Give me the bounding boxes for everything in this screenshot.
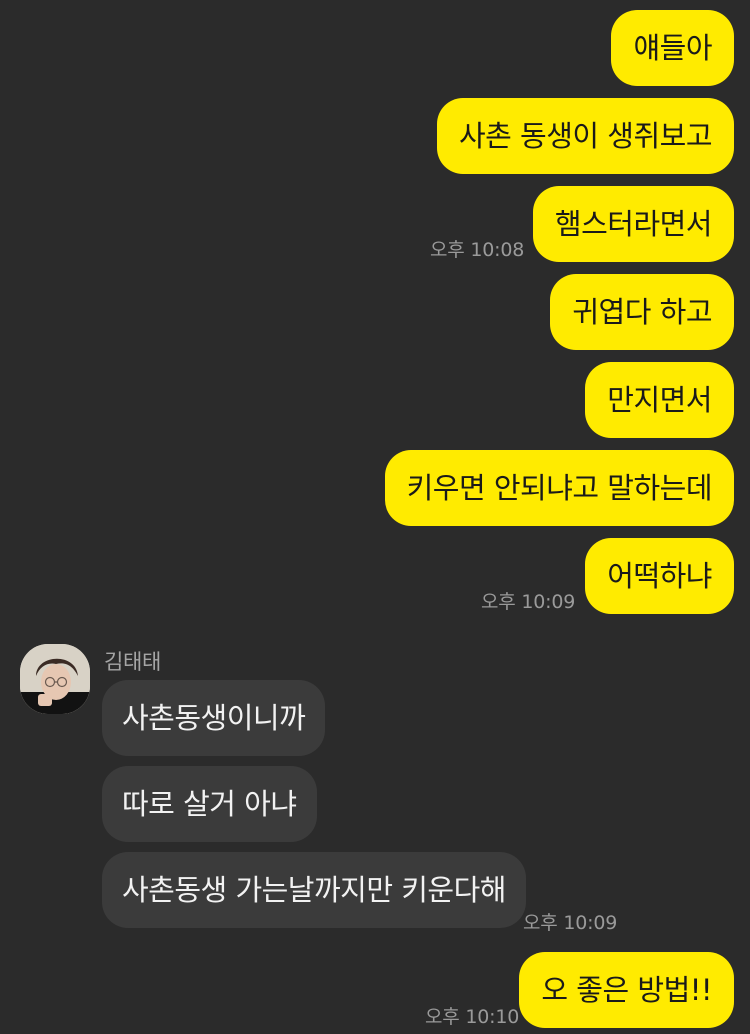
message-timestamp: 오후 10:09 [481,591,576,613]
message-text: 사촌 동생이 생쥐보고 [458,118,713,153]
message-text: 따로 살거 아냐 [122,786,297,821]
message-timestamp: 오후 10:10 [425,1006,520,1028]
my-message-bubble[interactable]: 키우면 안되냐고 말하는데 [384,450,734,526]
message-text: 얘들아 [633,30,712,65]
message-text: 만지면서 [607,382,712,417]
message-text: 귀엽다 하고 [572,294,712,329]
my-message-bubble[interactable]: 햄스터라면서 [532,186,734,262]
their-message-bubble[interactable]: 따로 살거 아냐 [102,766,317,842]
chat-room[interactable]: 얘들아 사촌 동생이 생쥐보고 오후 10:08 햄스터라면서 귀엽다 하고 만… [0,0,750,1034]
avatar[interactable] [20,644,90,714]
my-message-bubble[interactable]: 만지면서 [585,362,734,438]
message-timestamp: 오후 10:09 [523,912,618,934]
my-message-bubble[interactable]: 오 좋은 방법!! [519,952,734,1028]
profile-photo-icon [20,644,90,714]
my-message-bubble[interactable]: 어떡하냐 [585,538,734,614]
message-text: 어떡하냐 [607,558,712,593]
message-timestamp: 오후 10:08 [430,239,525,261]
their-message-bubble[interactable]: 사촌동생이니까 [102,680,326,756]
message-text: 오 좋은 방법!! [541,972,712,1007]
my-message-bubble[interactable]: 얘들아 [611,10,734,86]
message-text: 키우면 안되냐고 말하는데 [406,470,713,505]
message-text: 햄스터라면서 [554,206,713,241]
my-message-bubble[interactable]: 사촌 동생이 생쥐보고 [436,98,734,174]
message-text: 사촌동생이니까 [122,700,306,735]
their-message-bubble[interactable]: 사촌동생 가는날까지만 키운다해 [102,852,526,928]
sender-name: 김태태 [104,650,162,674]
message-text: 사촌동생 가는날까지만 키운다해 [122,872,506,907]
my-message-bubble[interactable]: 귀엽다 하고 [550,274,734,350]
